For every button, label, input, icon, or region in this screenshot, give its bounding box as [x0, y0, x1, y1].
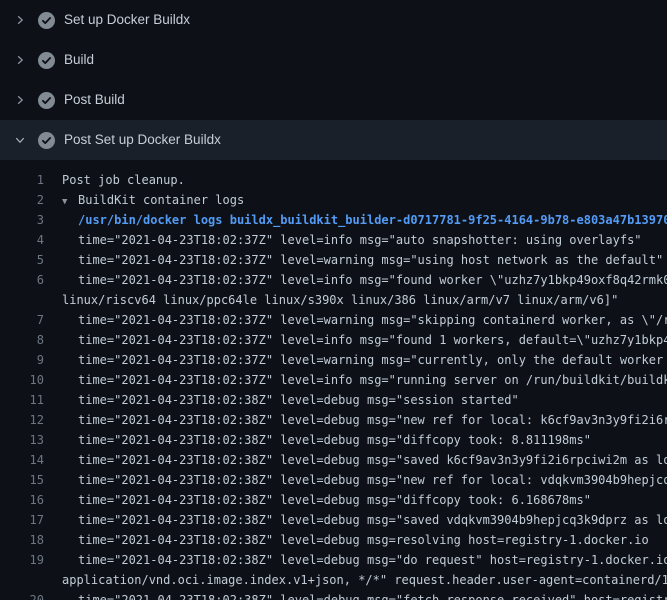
line-number[interactable]: 14 — [0, 450, 44, 470]
log-text: time="2021-04-23T18:02:37Z" level=warnin… — [44, 250, 663, 270]
line-number[interactable]: 3 — [0, 210, 44, 230]
chevron-down-icon[interactable] — [14, 134, 31, 146]
step-row[interactable]: Post Build — [0, 80, 667, 120]
step-title: Post Set up Docker Buildx — [64, 130, 221, 150]
log-text: time="2021-04-23T18:02:38Z" level=debug … — [44, 590, 667, 600]
log-text: time="2021-04-23T18:02:38Z" level=debug … — [44, 510, 667, 530]
log-text: time="2021-04-23T18:02:37Z" level=info m… — [44, 230, 642, 250]
log-text: time="2021-04-23T18:02:38Z" level=debug … — [44, 470, 667, 490]
log-line: application/vnd.oci.image.index.v1+json,… — [0, 570, 667, 590]
log-line: 19 time="2021-04-23T18:02:38Z" level=deb… — [0, 550, 667, 570]
line-number[interactable]: 4 — [0, 230, 44, 250]
line-number[interactable]: 2 — [0, 190, 44, 210]
line-number[interactable]: 10 — [0, 370, 44, 390]
line-number[interactable] — [0, 570, 44, 590]
log-line: 9 time="2021-04-23T18:02:37Z" level=warn… — [0, 350, 667, 370]
log-text: time="2021-04-23T18:02:37Z" level=warnin… — [44, 350, 667, 370]
log-text: time="2021-04-23T18:02:38Z" level=debug … — [44, 430, 591, 450]
log-text: time="2021-04-23T18:02:38Z" level=debug … — [44, 530, 649, 550]
log-line: 16 time="2021-04-23T18:02:38Z" level=deb… — [0, 490, 667, 510]
line-number[interactable]: 19 — [0, 550, 44, 570]
log-text: time="2021-04-23T18:02:38Z" level=debug … — [44, 410, 667, 430]
chevron-right-icon[interactable] — [14, 94, 31, 106]
chevron-right-icon[interactable] — [14, 14, 31, 26]
log-line: 3 /usr/bin/docker logs buildx_buildkit_b… — [0, 210, 667, 230]
line-number[interactable]: 11 — [0, 390, 44, 410]
log-text: ▼BuildKit container logs — [44, 190, 244, 210]
log-text: /usr/bin/docker logs buildx_buildkit_bui… — [44, 210, 667, 230]
log-line: 17 time="2021-04-23T18:02:38Z" level=deb… — [0, 510, 667, 530]
log-text: time="2021-04-23T18:02:38Z" level=debug … — [44, 550, 667, 570]
check-circle-icon — [38, 132, 55, 149]
check-circle-icon — [38, 12, 55, 29]
log-line: linux/riscv64 linux/ppc64le linux/s390x … — [0, 290, 667, 310]
log-line: 5 time="2021-04-23T18:02:37Z" level=warn… — [0, 250, 667, 270]
log-line: 2 ▼BuildKit container logs — [0, 190, 667, 210]
log-line: 20 time="2021-04-23T18:02:38Z" level=deb… — [0, 590, 667, 600]
log-line: 14 time="2021-04-23T18:02:38Z" level=deb… — [0, 450, 667, 470]
line-number[interactable]: 9 — [0, 350, 44, 370]
log-text: Post job cleanup. — [44, 170, 185, 190]
line-number[interactable]: 13 — [0, 430, 44, 450]
log-line: 10 time="2021-04-23T18:02:37Z" level=inf… — [0, 370, 667, 390]
log-text: time="2021-04-23T18:02:37Z" level=info m… — [44, 370, 667, 390]
step-row[interactable]: Build — [0, 40, 667, 80]
log-line: 6 time="2021-04-23T18:02:37Z" level=info… — [0, 270, 667, 290]
line-number[interactable]: 12 — [0, 410, 44, 430]
log-text: time="2021-04-23T18:02:37Z" level=info m… — [44, 270, 667, 290]
log-line: 11 time="2021-04-23T18:02:38Z" level=deb… — [0, 390, 667, 410]
log-text: time="2021-04-23T18:02:38Z" level=debug … — [44, 490, 591, 510]
line-number[interactable]: 18 — [0, 530, 44, 550]
check-circle-icon — [38, 92, 55, 109]
step-title: Post Build — [64, 90, 125, 110]
log-line: 1 Post job cleanup. — [0, 170, 667, 190]
step-row[interactable]: Set up Docker Buildx — [0, 0, 667, 40]
step-row[interactable]: Post Set up Docker Buildx — [0, 120, 667, 160]
log-text: time="2021-04-23T18:02:37Z" level=info m… — [44, 330, 667, 350]
step-title: Build — [64, 50, 94, 70]
line-number[interactable]: 6 — [0, 270, 44, 290]
log-line: 8 time="2021-04-23T18:02:37Z" level=info… — [0, 330, 667, 350]
log-line: 15 time="2021-04-23T18:02:38Z" level=deb… — [0, 470, 667, 490]
line-number[interactable]: 5 — [0, 250, 44, 270]
step-title: Set up Docker Buildx — [64, 10, 190, 30]
log-line: 4 time="2021-04-23T18:02:37Z" level=info… — [0, 230, 667, 250]
log-viewer: 1 Post job cleanup. 2 ▼BuildKit containe… — [0, 160, 667, 600]
group-collapse-triangle-icon[interactable]: ▼ — [62, 192, 78, 212]
log-text: linux/riscv64 linux/ppc64le linux/s390x … — [44, 290, 618, 310]
log-line: 18 time="2021-04-23T18:02:38Z" level=deb… — [0, 530, 667, 550]
line-number[interactable]: 15 — [0, 470, 44, 490]
check-circle-icon — [38, 52, 55, 69]
steps-list: Set up Docker Buildx Build — [0, 0, 667, 160]
line-number[interactable]: 1 — [0, 170, 44, 190]
log-group-title[interactable]: BuildKit container logs — [78, 193, 244, 207]
log-text: time="2021-04-23T18:02:37Z" level=warnin… — [44, 310, 667, 330]
actions-log-panel: Set up Docker Buildx Build — [0, 0, 667, 600]
line-number[interactable]: 8 — [0, 330, 44, 350]
log-line: 12 time="2021-04-23T18:02:38Z" level=deb… — [0, 410, 667, 430]
line-number[interactable]: 20 — [0, 590, 44, 600]
line-number[interactable]: 17 — [0, 510, 44, 530]
log-text: time="2021-04-23T18:02:38Z" level=debug … — [44, 450, 667, 470]
log-line: 13 time="2021-04-23T18:02:38Z" level=deb… — [0, 430, 667, 450]
log-line: 7 time="2021-04-23T18:02:37Z" level=warn… — [0, 310, 667, 330]
log-text: time="2021-04-23T18:02:38Z" level=debug … — [44, 390, 519, 410]
log-text: application/vnd.oci.image.index.v1+json,… — [44, 570, 667, 590]
line-number[interactable] — [0, 290, 44, 310]
line-number[interactable]: 16 — [0, 490, 44, 510]
line-number[interactable]: 7 — [0, 310, 44, 330]
chevron-right-icon[interactable] — [14, 54, 31, 66]
